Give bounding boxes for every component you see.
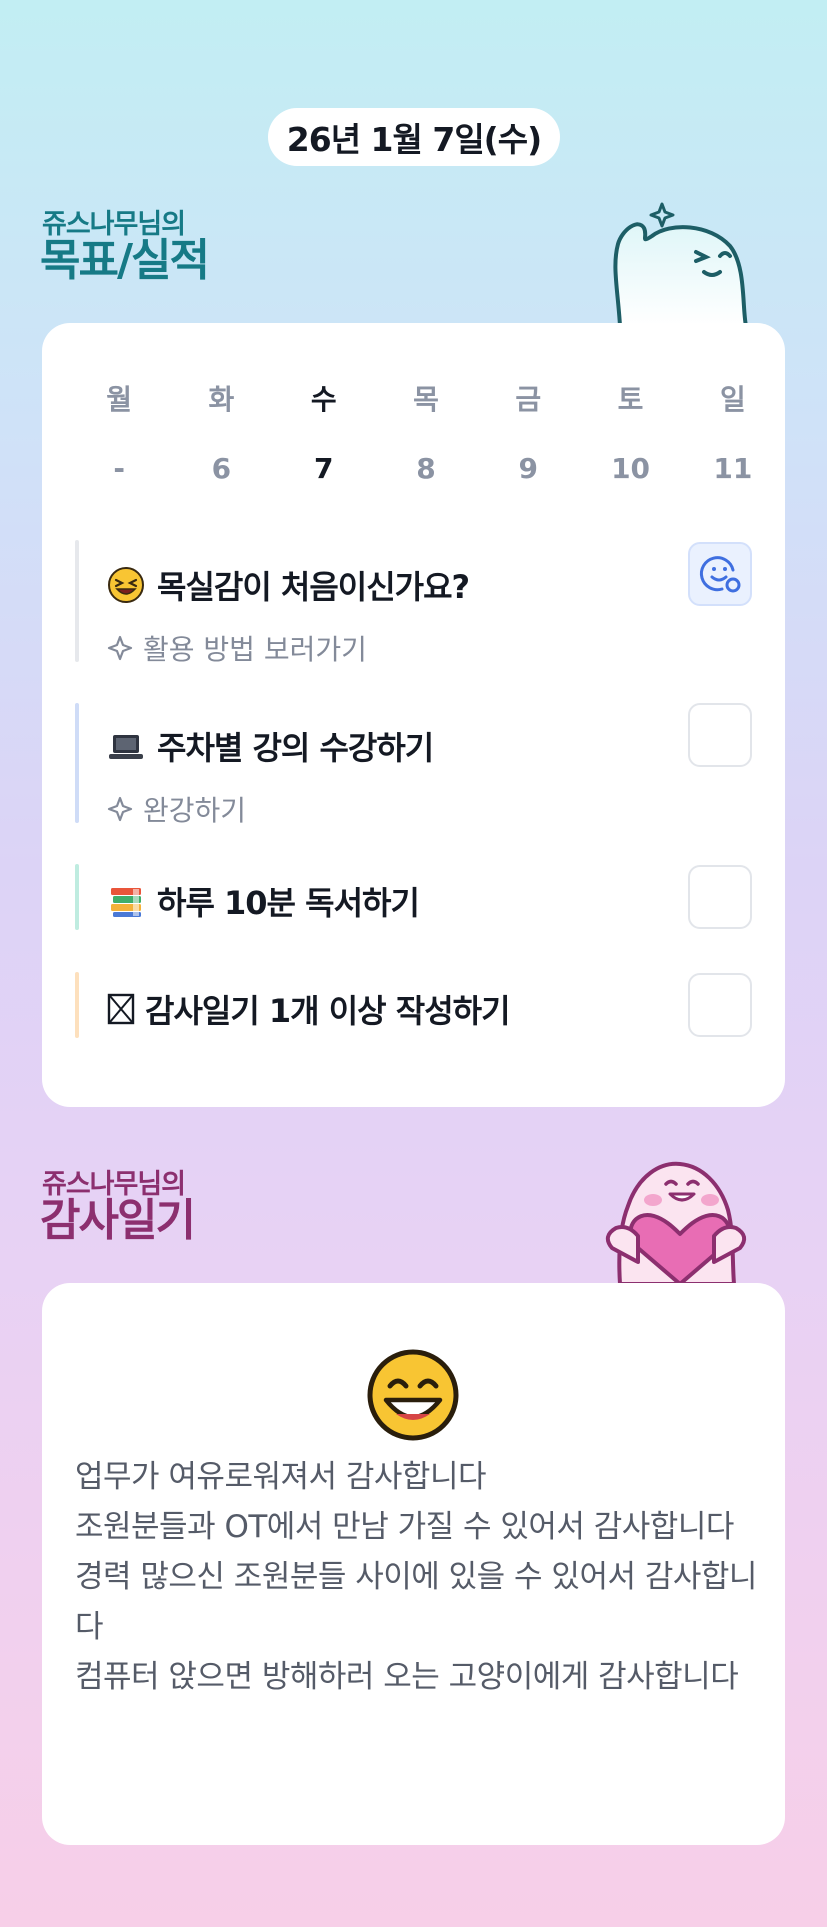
- date-sun[interactable]: 11: [682, 452, 784, 485]
- diary-line: 컴퓨터 앉으면 방해하러 오는 고양이에게 감사합니다: [75, 1659, 739, 1695]
- goal-checkbox[interactable]: [688, 542, 752, 606]
- date-thu[interactable]: 8: [375, 452, 477, 485]
- goal-sub-link[interactable]: 활용 방법 보러가기: [107, 628, 367, 668]
- week-date-numbers: - 6 7 8 9 10 11: [68, 452, 784, 485]
- goal-accent-bar: [75, 972, 79, 1038]
- weekday-mon[interactable]: 월: [68, 378, 170, 418]
- laptop-icon: [107, 727, 145, 765]
- date-mon[interactable]: -: [68, 452, 170, 485]
- weekday-tue[interactable]: 화: [170, 378, 272, 418]
- goal-title-row: 하루 10분 독서하기: [107, 878, 420, 924]
- grinning-squinting-face-icon: [107, 566, 145, 604]
- goal-checkbox[interactable]: [688, 973, 752, 1037]
- grinning-face-icon[interactable]: [366, 1348, 460, 1442]
- weekday-thu[interactable]: 목: [375, 378, 477, 418]
- goal-checkbox[interactable]: [688, 865, 752, 929]
- ghost-mascot-waving-icon: [613, 202, 748, 326]
- goal-title: 주차별 강의 수강하기: [157, 729, 434, 767]
- goal-title-row: 주차별 강의 수강하기: [107, 723, 434, 769]
- goal-sub-label: 활용 방법 보러가기: [143, 633, 367, 666]
- week-day-labels: 월 화 수 목 금 토 일: [68, 378, 784, 418]
- weekday-sat[interactable]: 토: [579, 378, 681, 418]
- goal-title: 하루 10분 독서하기: [157, 884, 420, 922]
- goal-item[interactable]: 주차별 강의 수강하기 완강하기: [75, 703, 752, 827]
- goal-accent-bar: [75, 703, 79, 823]
- goal-checkbox[interactable]: [688, 703, 752, 767]
- goal-accent-bar: [75, 864, 79, 930]
- goal-item[interactable]: 목실감이 처음이신가요? 활용 방법 보러가기: [75, 540, 752, 666]
- diary-section-title: 감사일기: [40, 1195, 196, 1246]
- goal-sub-link[interactable]: 완강하기: [107, 789, 246, 829]
- date-wed[interactable]: 7: [273, 452, 375, 485]
- goal-title: 목실감이 처음이신가요?: [157, 568, 470, 606]
- diary-line: 조원분들과 OT에서 만남 가질 수 있어서 감사합니다: [75, 1509, 734, 1545]
- ballot-box-x-icon: [107, 990, 135, 1028]
- date-fri[interactable]: 9: [477, 452, 579, 485]
- goals-section-title: 목표/실적: [40, 235, 210, 286]
- sparkle-icon: [107, 796, 133, 822]
- goal-item[interactable]: 하루 10분 독서하기: [75, 864, 752, 930]
- goal-title: 감사일기 1개 이상 작성하기: [145, 992, 511, 1030]
- goal-title-row: 목실감이 처음이신가요?: [107, 562, 470, 608]
- weekday-fri[interactable]: 금: [477, 378, 579, 418]
- goal-title-row: 감사일기 1개 이상 작성하기: [107, 986, 511, 1032]
- ghost-mascot-heart-icon: [605, 1161, 747, 1284]
- diary-line: 경력 많으신 조원분들 사이에 있을 수 있어서 감사합니다: [75, 1559, 757, 1645]
- goal-sub-label: 완강하기: [143, 794, 247, 827]
- date-sat[interactable]: 10: [579, 452, 681, 485]
- weekday-sun[interactable]: 일: [682, 378, 784, 418]
- goal-item[interactable]: 감사일기 1개 이상 작성하기: [75, 972, 752, 1038]
- books-icon: [107, 882, 145, 920]
- date-tue[interactable]: 6: [170, 452, 272, 485]
- date-pill[interactable]: 26년 1월 7일(수): [268, 108, 560, 166]
- diary-entries: 업무가 여유로워져서 감사합니다 조원분들과 OT에서 만남 가질 수 있어서 …: [75, 1452, 765, 1702]
- diary-line: 업무가 여유로워져서 감사합니다: [75, 1459, 487, 1495]
- goal-accent-bar: [75, 540, 79, 662]
- smiley-add-icon: [699, 556, 741, 593]
- weekday-wed[interactable]: 수: [273, 378, 375, 418]
- sparkle-icon: [107, 635, 133, 661]
